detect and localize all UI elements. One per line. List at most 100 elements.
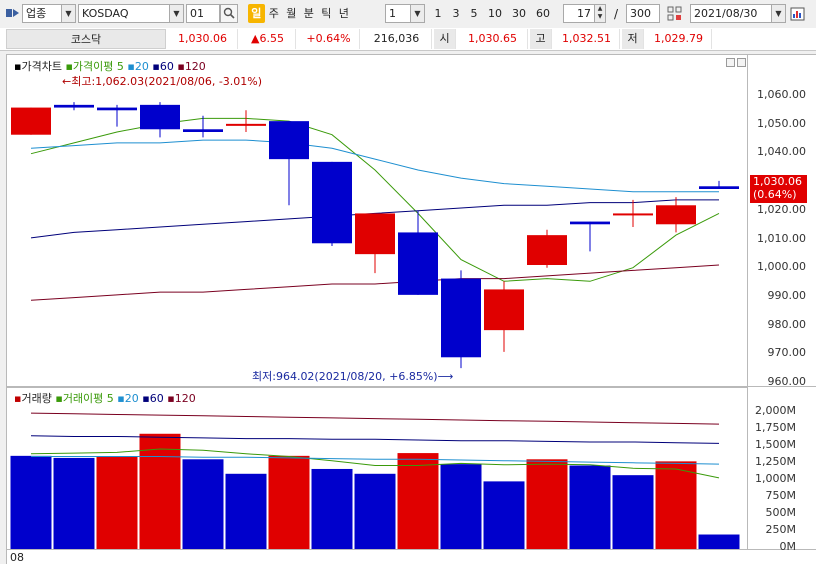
period-tab-5[interactable]: 년 (336, 4, 353, 23)
candle-body (269, 121, 309, 160)
interval-button-0[interactable]: 1 (430, 4, 446, 23)
candle-body (699, 186, 739, 189)
interval-select[interactable]: 1 (385, 4, 411, 23)
volume-y-tick: 1,250M (755, 455, 796, 468)
market-select-icon[interactable] (6, 8, 20, 18)
current-price-flag-value: 1,030.06 (753, 175, 802, 188)
volume-bar (354, 473, 396, 549)
index-dropdown-arrow[interactable]: ▼ (169, 4, 184, 23)
candle-body (441, 278, 481, 358)
interval-dropdown-arrow[interactable]: ▼ (410, 4, 425, 23)
volume-y-tick: 1,000M (755, 472, 796, 485)
price-y-tick: 1,060.00 (757, 88, 806, 101)
date-field[interactable]: 2021/08/30 (690, 4, 772, 23)
price-ma-line-20 (30, 139, 719, 193)
index-name-label: 코스닥 (6, 29, 166, 49)
volume-y-tick: 250M (765, 523, 797, 536)
price-y-tick: 1,040.00 (757, 145, 806, 159)
volume-bar (526, 459, 568, 549)
chart-view-icon[interactable] (790, 6, 806, 22)
total-count-field[interactable]: 300 (626, 4, 660, 23)
candle-body (11, 107, 51, 135)
trade-volume: 216,036 (362, 29, 432, 49)
interval-button-1[interactable]: 3 (448, 4, 464, 23)
open-price: 1,030.65 (458, 29, 528, 49)
volume-bar (225, 473, 267, 549)
period-tab-1[interactable]: 주 (266, 4, 283, 23)
volume-bar (483, 481, 525, 549)
volume-bar (53, 457, 95, 549)
candle-body (97, 107, 137, 111)
price-y-tick: 980.00 (767, 317, 807, 331)
low-price: 1,029.79 (646, 29, 712, 49)
high-label: 고 (530, 29, 552, 49)
volume-bar (96, 456, 138, 549)
price-y-tick: 1,020.00 (757, 202, 806, 216)
search-button[interactable] (220, 4, 238, 23)
candle-body (183, 129, 223, 132)
x-axis-month-label: 08 (10, 551, 24, 564)
candle-body (527, 235, 567, 265)
period-tab-3[interactable]: 분 (301, 4, 318, 23)
price-chart (11, 102, 739, 369)
high-price: 1,032.51 (554, 29, 620, 49)
volume-ma-line-60 (30, 435, 720, 444)
volume-chart (10, 412, 740, 549)
current-price: 1,030.06 (168, 29, 238, 49)
volume-y-tick: 750M (765, 489, 797, 502)
settings-grid-icon[interactable] (667, 6, 683, 22)
current-price-flag: 1,030.06 (0.64%) (750, 175, 807, 203)
volume-y-tick: 1,500M (755, 438, 796, 451)
x-axis-strip (6, 550, 816, 564)
volume-bar (182, 459, 224, 549)
volume-bar (139, 433, 181, 549)
open-label: 시 (434, 29, 456, 49)
period-tab-2[interactable]: 월 (283, 4, 300, 23)
candle-body (140, 104, 180, 130)
index-name-field[interactable]: KOSDAQ (78, 4, 170, 23)
price-y-tick: 1,010.00 (757, 231, 806, 245)
candle-body (398, 232, 438, 295)
price-y-tick: 1,000.00 (757, 260, 806, 274)
interval-button-2[interactable]: 5 (466, 4, 482, 23)
price-change: ▲6.55 (240, 29, 296, 49)
volume-bar (655, 461, 697, 549)
toolbar: 업종 ▼ KOSDAQ ▼ 01 일주월분틱년 1 ▼ 1 3 5 10 30 60 17… (0, 0, 816, 29)
volume-bar (268, 455, 310, 549)
candle-body (54, 104, 94, 108)
quote-info-row: 코스닥 1,030.06 ▲6.55 +0.64% 216,036 시 1,03… (0, 28, 816, 51)
period-tab-4[interactable]: 틱 (318, 4, 335, 23)
market-type-dropdown-arrow[interactable]: ▼ (61, 4, 76, 23)
market-type-select[interactable]: 업종 (22, 4, 62, 23)
price-axis-area (748, 54, 816, 387)
date-dropdown-arrow[interactable]: ▼ (771, 4, 786, 23)
low-label: 저 (622, 29, 644, 49)
interval-button-5[interactable]: 60 (532, 4, 554, 23)
volume-bar (569, 465, 611, 549)
display-count-field[interactable]: 17 (563, 4, 595, 23)
interval-button-3[interactable]: 10 (484, 4, 506, 23)
count-separator: / (614, 7, 619, 21)
price-y-tick: 970.00 (767, 346, 807, 360)
candle-body (656, 205, 696, 225)
volume-ma-line-120 (30, 412, 720, 425)
volume-y-tick: 500M (765, 506, 797, 519)
candle-body (312, 161, 352, 244)
volume-y-tick: 1,750M (755, 421, 796, 434)
price-y-tick: 1,050.00 (757, 116, 806, 130)
volume-y-tick: 2,000M (755, 404, 796, 417)
volume-bar (397, 453, 439, 549)
search-icon (223, 7, 235, 19)
interval-button-4[interactable]: 30 (508, 4, 530, 23)
volume-bar (612, 475, 654, 549)
price-y-tick: 990.00 (767, 288, 807, 302)
period-tab-0[interactable]: 일 (248, 4, 265, 23)
count-spinner[interactable]: ▲ ▼ (594, 4, 606, 23)
candle-body (226, 123, 266, 126)
volume-bar (10, 455, 52, 549)
sector-code-field[interactable]: 01 (186, 4, 220, 23)
candle-body (613, 213, 653, 216)
candle-body (484, 289, 524, 331)
current-price-flag-pct: (0.64%) (753, 188, 797, 201)
candle-body (355, 213, 395, 255)
